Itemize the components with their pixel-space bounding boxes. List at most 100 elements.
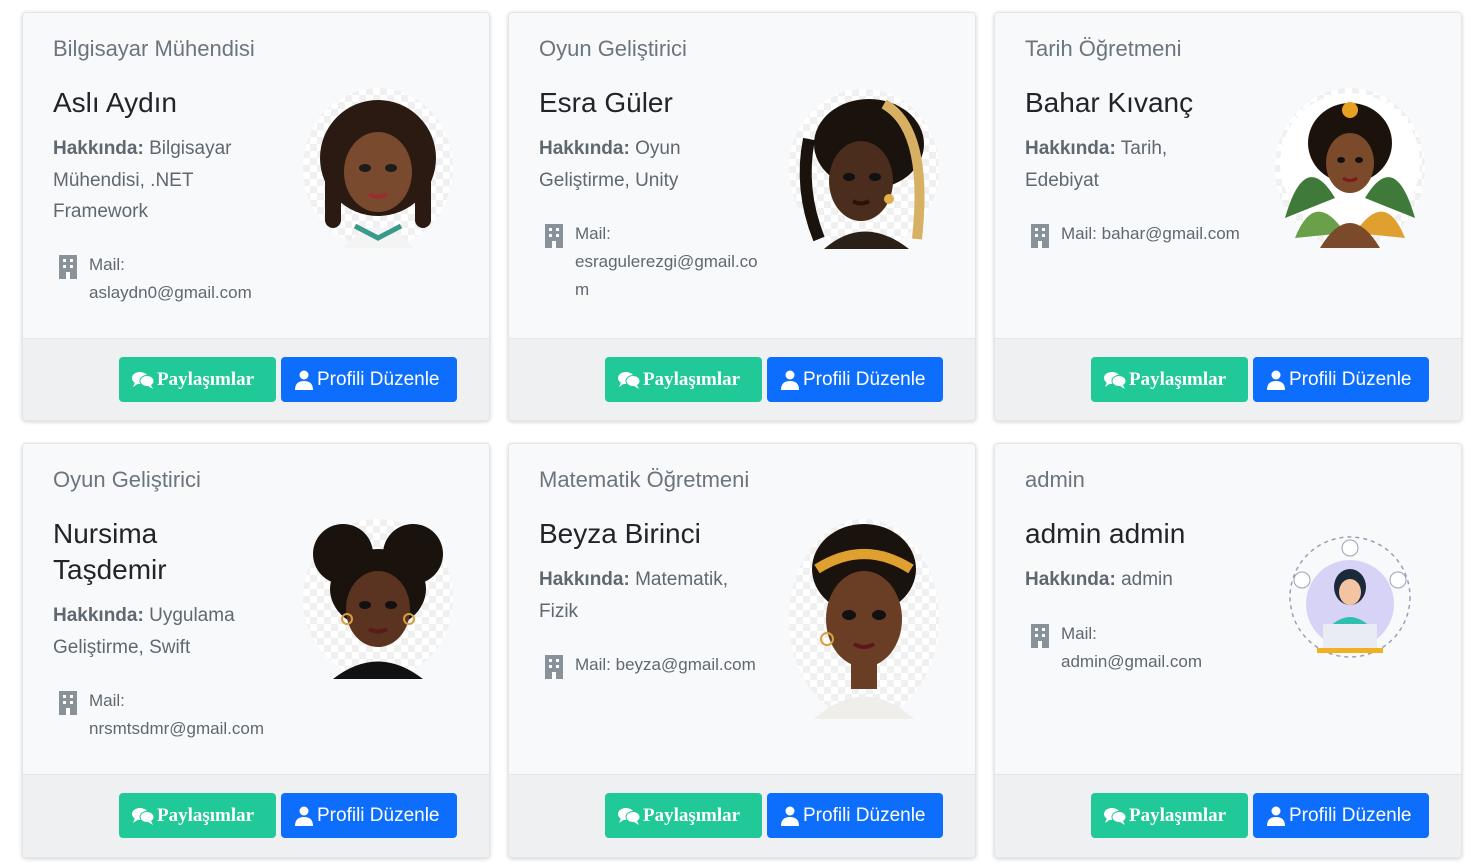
- about-label: Hakkında:: [1025, 138, 1116, 159]
- share-label: Paylaşımlar: [157, 804, 255, 826]
- mail-label: Mail:: [575, 224, 611, 243]
- card-footer: Paylaşımlar Profili Düzenle: [23, 338, 489, 420]
- profile-about: Hakkında: Uygulama Geliştirme, Swift: [53, 600, 253, 663]
- comments-icon: [1104, 371, 1127, 389]
- profile-role: Bilgisayar Mühendisi: [53, 36, 255, 61]
- comments-icon: [132, 371, 155, 389]
- building-icon: [1031, 224, 1049, 248]
- user-icon: [1267, 370, 1285, 390]
- mail-label: Mail:: [1061, 224, 1097, 243]
- building-icon: [545, 655, 563, 679]
- profile-name: Bahar Kıvanç: [1025, 87, 1194, 118]
- profile-role: Matematik Öğretmeni: [539, 467, 750, 492]
- avatar: [789, 89, 939, 249]
- mail-address[interactable]: aslaydn0@gmail.com: [89, 283, 252, 302]
- building-icon: [59, 691, 77, 715]
- profile-name: Esra Güler: [539, 87, 673, 118]
- edit-profile-button[interactable]: Profili Düzenle: [281, 793, 457, 838]
- mail-address[interactable]: beyza@gmail.com: [616, 655, 756, 674]
- profile-card: Oyun Geliştirici Nursima Taşdemir Hakkın…: [22, 443, 490, 858]
- comments-icon: [618, 371, 641, 389]
- avatar: [789, 519, 939, 719]
- profile-mail: Mail: admin@gmail.com: [1029, 620, 1261, 676]
- profile-about: Hakkında: Bilgisayar Mühendisi, .NET Fra…: [53, 133, 263, 228]
- avatar: [303, 88, 453, 248]
- about-label: Hakkında:: [539, 569, 630, 590]
- card-body: Bilgisayar Mühendisi Aslı Aydın Hakkında…: [23, 13, 489, 339]
- edit-profile-button[interactable]: Profili Düzenle: [281, 357, 457, 402]
- profile-card: Matematik Öğretmeni Beyza Birinci Hakkın…: [508, 443, 976, 858]
- edit-profile-button[interactable]: Profili Düzenle: [767, 357, 943, 402]
- share-label: Paylaşımlar: [643, 804, 741, 826]
- card-footer: Paylaşımlar Profili Düzenle: [509, 774, 975, 857]
- avatar-illustration-icon: [1280, 93, 1420, 248]
- mail-address[interactable]: admin@gmail.com: [1061, 652, 1202, 671]
- card-body: Tarih Öğretmeni Bahar Kıvanç Hakkında: T…: [995, 13, 1461, 339]
- profile-about: Hakkında: Matematik, Fizik: [539, 564, 749, 627]
- card-footer: Paylaşımlar Profili Düzenle: [995, 774, 1461, 857]
- about-label: Hakkında:: [53, 138, 144, 159]
- share-label: Paylaşımlar: [1129, 804, 1227, 826]
- about-label: Hakkında:: [539, 138, 630, 159]
- avatar: [1275, 88, 1425, 248]
- avatar: [303, 519, 453, 679]
- edit-profile-button[interactable]: Profili Düzenle: [1253, 357, 1429, 402]
- profile-mail: Mail: beyza@gmail.com: [543, 651, 805, 679]
- user-icon: [781, 806, 799, 826]
- comments-icon: [1104, 807, 1127, 825]
- shares-button[interactable]: Paylaşımlar: [1091, 793, 1248, 838]
- profile-role: admin: [1025, 467, 1085, 492]
- building-icon: [545, 224, 563, 248]
- profile-card: Tarih Öğretmeni Bahar Kıvanç Hakkında: T…: [994, 12, 1462, 421]
- profile-name: Nursima Taşdemir: [53, 518, 167, 585]
- shares-button[interactable]: Paylaşımlar: [605, 793, 762, 838]
- share-label: Paylaşımlar: [643, 368, 741, 390]
- profile-role: Oyun Geliştirici: [53, 467, 201, 492]
- card-body: Oyun Geliştirici Esra Güler Hakkında: Oy…: [509, 13, 975, 339]
- profile-about: Hakkında: Oyun Geliştirme, Unity: [539, 133, 749, 196]
- profile-grid: Bilgisayar Mühendisi Aslı Aydın Hakkında…: [0, 0, 1480, 865]
- profile-name: admin admin: [1025, 518, 1186, 549]
- user-icon: [295, 806, 313, 826]
- card-footer: Paylaşımlar Profili Düzenle: [509, 338, 975, 420]
- edit-label: Profili Düzenle: [1289, 368, 1412, 390]
- avatar-illustration-icon: [320, 100, 436, 248]
- mail-address[interactable]: nrsmtsdmr@gmail.com: [89, 719, 264, 738]
- share-label: Paylaşımlar: [1129, 368, 1227, 390]
- profile-mail: Mail: bahar@gmail.com: [1029, 220, 1291, 248]
- shares-button[interactable]: Paylaşımlar: [605, 357, 762, 402]
- shares-button[interactable]: Paylaşımlar: [119, 793, 276, 838]
- mail-address[interactable]: esragulerezgi@gmail.com: [575, 252, 758, 299]
- profile-name: Aslı Aydın: [53, 87, 178, 118]
- profile-mail: Mail: esragulerezgi@gmail.com: [543, 220, 760, 304]
- edit-profile-button[interactable]: Profili Düzenle: [767, 793, 943, 838]
- profile-about: Hakkında: Tarih, Edebiyat: [1025, 133, 1205, 196]
- mail-label: Mail:: [89, 255, 125, 274]
- mail-address[interactable]: bahar@gmail.com: [1102, 224, 1240, 243]
- card-footer: Paylaşımlar Profili Düzenle: [23, 774, 489, 857]
- avatar: [1285, 532, 1415, 662]
- about-label: Hakkında:: [53, 605, 144, 626]
- avatar-illustration-icon: [812, 524, 916, 719]
- card-body: Oyun Geliştirici Nursima Taşdemir Hakkın…: [23, 444, 489, 775]
- card-footer: Paylaşımlar Profili Düzenle: [995, 338, 1461, 420]
- edit-label: Profili Düzenle: [317, 368, 440, 390]
- card-body: Matematik Öğretmeni Beyza Birinci Hakkın…: [509, 444, 975, 775]
- about-text: admin: [1121, 569, 1173, 590]
- building-icon: [59, 255, 77, 279]
- edit-profile-button[interactable]: Profili Düzenle: [1253, 793, 1429, 838]
- shares-button[interactable]: Paylaşımlar: [119, 357, 276, 402]
- user-icon: [781, 370, 799, 390]
- user-icon: [295, 370, 313, 390]
- profile-mail: Mail: nrsmtsdmr@gmail.com: [57, 687, 309, 743]
- edit-label: Profili Düzenle: [1289, 804, 1412, 826]
- profile-name: Beyza Birinci: [539, 518, 701, 549]
- card-body: admin admin admin Hakkında: admin Mail: a…: [995, 444, 1461, 775]
- comments-icon: [618, 807, 641, 825]
- comments-icon: [132, 807, 155, 825]
- about-label: Hakkında:: [1025, 569, 1116, 590]
- profile-about: Hakkında: admin: [1025, 564, 1235, 596]
- avatar-illustration-icon: [313, 524, 443, 679]
- shares-button[interactable]: Paylaşımlar: [1091, 357, 1248, 402]
- building-icon: [1031, 624, 1049, 648]
